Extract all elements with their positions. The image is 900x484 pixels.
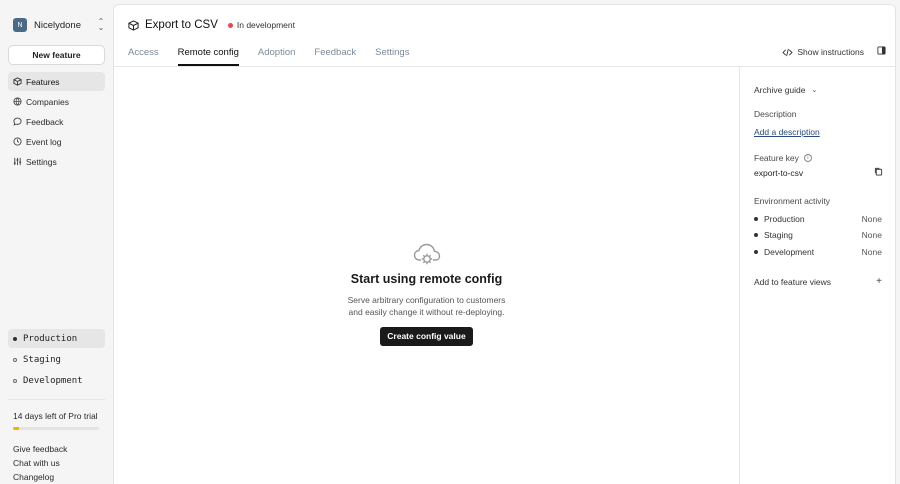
environment-dot-icon <box>13 378 17 383</box>
sidebar: N Nicelydone ⌃ ⌄ New feature Features Com… <box>0 0 113 484</box>
add-to-feature-views-label: Add to feature views <box>754 277 832 287</box>
trial-progress-bar <box>13 427 99 430</box>
add-description-link[interactable]: Add a description <box>754 127 820 137</box>
empty-state-description-line: Serve arbitrary configuration to custome… <box>347 295 506 305</box>
changelog-link[interactable]: Changelog <box>13 470 67 484</box>
trial-progress-fill <box>13 427 20 430</box>
org-name: Nicelydone <box>34 19 81 31</box>
status-label: In development <box>236 20 295 30</box>
page-title: Export to CSV <box>145 19 218 31</box>
add-to-feature-views-row[interactable]: Add to feature views + <box>754 277 882 288</box>
sidebar-item-settings[interactable]: Settings <box>8 152 105 171</box>
sidebar-item-label: Event log <box>26 136 62 147</box>
environment-activity-name: Production <box>764 214 805 224</box>
sidebar-item-feedback[interactable]: Feedback <box>8 112 105 131</box>
tab-feedback[interactable]: Feedback <box>314 43 356 66</box>
show-instructions-button[interactable]: Show instructions <box>782 47 864 57</box>
sidebar-item-features[interactable]: Features <box>8 72 105 91</box>
environment-dot-icon <box>13 357 17 362</box>
page-header: Export to CSV In development <box>128 17 295 33</box>
empty-state: Start using remote config Serve arbitrar… <box>114 242 739 346</box>
chat-with-us-link[interactable]: Chat with us <box>13 456 67 470</box>
environment-activity-label: Environment activity <box>754 196 831 206</box>
sidebar-item-label: Features <box>26 76 60 87</box>
environment-dot-icon <box>754 250 758 254</box>
description-label: Description <box>754 109 797 119</box>
sidebar-nav: Features Companies Feedback Event log Se… <box>8 72 105 172</box>
sidebar-divider <box>8 399 105 400</box>
environment-item-development[interactable]: Development <box>8 371 105 390</box>
environment-label: Production <box>23 333 78 344</box>
trial-status-text: 14 days left of Pro trial <box>13 411 98 421</box>
feature-key-value: export-to-csv <box>754 168 804 178</box>
sidebar-item-label: Feedback <box>26 116 64 127</box>
environment-activity-row: Staging None <box>754 230 882 240</box>
empty-state-description-line: and easily change it without re-deployin… <box>348 307 505 317</box>
empty-state-description: Serve arbitrary configuration to custome… <box>114 294 739 318</box>
environment-list: Production Staging Development <box>8 329 105 392</box>
environment-activity-value: None <box>861 214 882 224</box>
sidebar-item-label: Settings <box>26 156 57 167</box>
sidebar-item-companies[interactable]: Companies <box>8 92 105 111</box>
sidebar-item-label: Companies <box>26 96 69 107</box>
give-feedback-link[interactable]: Give feedback <box>13 442 67 456</box>
status-dot-icon <box>227 22 233 28</box>
create-config-value-button[interactable]: Create config value <box>380 327 473 346</box>
clock-icon <box>13 137 22 146</box>
feature-key-heading: Feature key i <box>754 153 812 163</box>
environment-dot-icon <box>754 233 758 237</box>
feature-tabs: Access Remote config Adoption Feedback S… <box>128 43 428 66</box>
environment-label: Development <box>23 375 83 386</box>
plus-icon[interactable]: + <box>876 277 882 287</box>
tab-remote-config[interactable]: Remote config <box>177 43 240 66</box>
environment-item-production[interactable]: Production <box>8 329 105 348</box>
environment-activity-value: None <box>861 247 882 257</box>
tab-access[interactable]: Access <box>128 43 159 66</box>
sidebar-footer-links: Give feedback Chat with us Changelog <box>13 442 67 484</box>
tab-settings[interactable]: Settings <box>375 43 409 66</box>
environment-activity-row: Development None <box>754 247 882 257</box>
environment-activity-name: Staging <box>764 230 793 240</box>
archive-guide-label: Archive guide <box>754 85 806 95</box>
new-feature-button[interactable]: New feature <box>8 45 105 65</box>
cloud-gear-icon <box>413 243 440 265</box>
sidebar-item-event-log[interactable]: Event log <box>8 132 105 151</box>
copy-icon[interactable] <box>874 167 883 176</box>
environment-activity-value: None <box>861 230 882 240</box>
empty-state-title: Start using remote config <box>350 272 503 286</box>
globe-icon <box>13 97 22 106</box>
show-instructions-label: Show instructions <box>797 47 864 57</box>
sliders-icon <box>13 157 22 166</box>
feature-key-label: Feature key <box>754 153 799 163</box>
environment-dot-icon <box>754 217 758 221</box>
cube-icon <box>13 77 22 86</box>
environment-label: Staging <box>23 354 61 365</box>
chat-bubble-icon <box>13 117 22 126</box>
org-avatar: N <box>13 18 27 32</box>
chevron-up-down-icon: ⌃ ⌄ <box>97 17 105 32</box>
environment-dot-icon <box>13 336 17 341</box>
status-badge: In development <box>227 20 295 30</box>
environment-activity-row: Production None <box>754 214 882 224</box>
code-icon <box>782 48 794 56</box>
org-switcher[interactable]: N Nicelydone ⌃ ⌄ <box>8 14 106 36</box>
tab-adoption[interactable]: Adoption <box>258 43 296 66</box>
info-icon[interactable]: i <box>803 154 812 162</box>
chevron-down-icon: ⌄ <box>811 87 818 94</box>
main-panel: Export to CSV In development Access Remo… <box>113 4 896 484</box>
archive-guide-dropdown[interactable]: Archive guide ⌄ <box>754 85 817 95</box>
panel-toggle-icon[interactable] <box>877 46 886 55</box>
cube-icon <box>128 19 139 31</box>
environment-item-staging[interactable]: Staging <box>8 350 105 369</box>
environment-activity-name: Development <box>764 247 815 257</box>
remote-config-content: Start using remote config Serve arbitrar… <box>114 67 740 484</box>
